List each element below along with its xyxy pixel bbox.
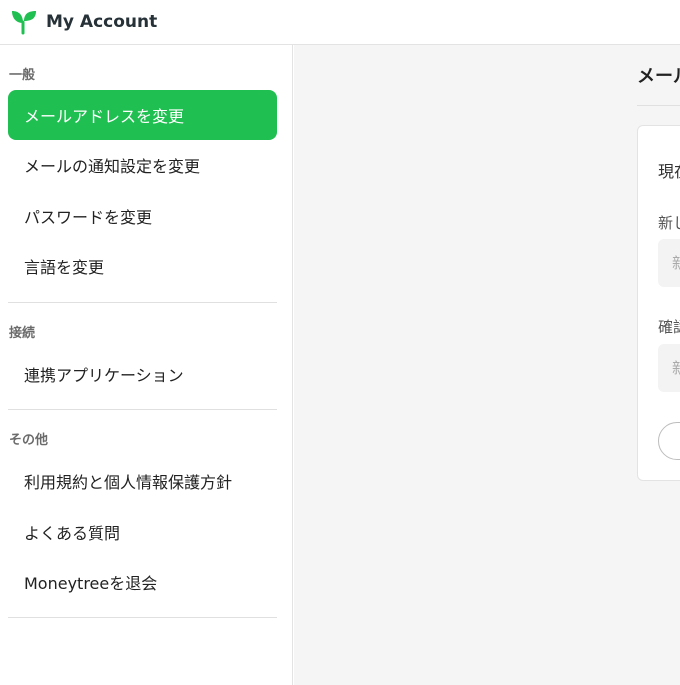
new-email-label: 新し (658, 214, 680, 232)
sidebar-item-faq[interactable]: よくある質問 (8, 507, 277, 557)
section-title-connections: 接続 (9, 326, 36, 341)
confirm-email-input[interactable] (658, 344, 680, 392)
sidebar-item-terms-privacy[interactable]: 利用規約と個人情報保護方針 (8, 456, 277, 506)
section-title-general: 一般 (9, 68, 36, 83)
page-title: メール (637, 66, 680, 87)
new-email-input[interactable] (658, 239, 680, 287)
sidebar-item-notification-settings[interactable]: メールの通知設定を変更 (8, 140, 277, 190)
section-title-other: その他 (9, 433, 49, 448)
app-title: My Account (46, 12, 158, 32)
sidebar-item-change-password[interactable]: パスワードを変更 (8, 191, 277, 241)
current-email-label: 現在 (658, 162, 680, 181)
submit-button[interactable] (658, 422, 680, 460)
divider (8, 409, 277, 410)
divider (8, 617, 277, 618)
divider (8, 302, 277, 303)
sidebar-item-connected-apps[interactable]: 連携アプリケーション (8, 349, 277, 399)
confirm-email-label: 確認 (658, 318, 680, 336)
title-divider (637, 105, 680, 106)
sidebar-item-change-language[interactable]: 言語を変更 (8, 241, 277, 291)
app-header: My Account (0, 0, 680, 45)
email-form-card: 現在 新し 確認 (637, 125, 680, 481)
sidebar-item-change-email[interactable]: メールアドレスを変更 (8, 90, 277, 140)
sidebar-item-delete-account[interactable]: Moneytreeを退会 (8, 557, 277, 607)
sprout-logo-icon (10, 8, 38, 36)
sidebar: 一般 メールアドレスを変更 メールの通知設定を変更 パスワードを変更 言語を変更… (0, 45, 293, 685)
main-content: メール 現在 新し 確認 (294, 45, 680, 685)
